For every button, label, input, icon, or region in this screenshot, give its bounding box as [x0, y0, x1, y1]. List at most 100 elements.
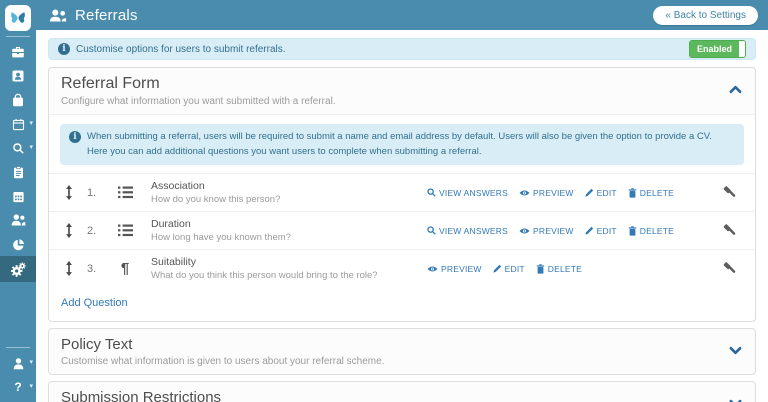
panel-policy-text: Policy Text Customise what information i…: [48, 328, 756, 375]
calendar-grid-icon: [12, 190, 25, 203]
caret-down-icon: ▾: [29, 144, 33, 151]
sidebar-item-people[interactable]: [0, 208, 36, 232]
panel-submission-restrictions-header[interactable]: Submission Restrictions Choose whether c…: [49, 382, 755, 402]
main-area: Referrals « Back to Settings i Customise…: [36, 0, 768, 402]
search-icon: [427, 226, 436, 235]
question-text: Suitability What do you think this perso…: [151, 256, 427, 281]
page-header: Referrals « Back to Settings: [36, 0, 768, 30]
chevron-down-icon[interactable]: [729, 342, 742, 360]
delete-link[interactable]: DELETE: [628, 226, 674, 236]
list-icon: [113, 186, 137, 199]
question-number: 3.: [87, 263, 107, 275]
question-actions: VIEW ANSWERS PREVIEW EDIT: [427, 188, 674, 198]
eye-icon: [519, 227, 530, 235]
gavel-icon[interactable]: [722, 223, 737, 238]
search-icon: [12, 142, 25, 155]
sidebar-item-reports[interactable]: [0, 232, 36, 256]
enabled-toggle-label: Enabled: [690, 41, 739, 57]
butterfly-icon: [9, 9, 27, 27]
panel-referral-form: Referral Form Configure what information…: [48, 67, 756, 322]
info-banner-text: Customise options for users to submit re…: [76, 44, 689, 55]
sidebar-item-settings[interactable]: [0, 256, 36, 282]
question-actions: VIEW ANSWERS PREVIEW EDIT: [427, 226, 674, 236]
app-logo[interactable]: [5, 5, 31, 31]
sidebar: ▾ ▾: [0, 0, 36, 402]
preview-link[interactable]: PREVIEW: [519, 188, 574, 198]
question-subtitle: What do you think this person would brin…: [151, 270, 427, 281]
view-answers-link[interactable]: VIEW ANSWERS: [427, 188, 508, 198]
preview-link[interactable]: PREVIEW: [519, 226, 574, 236]
back-to-settings-button[interactable]: « Back to Settings: [653, 6, 758, 25]
delete-link[interactable]: DELETE: [536, 264, 582, 274]
gavel-icon[interactable]: [722, 261, 737, 276]
sidebar-item-account-menu[interactable]: ▾: [0, 351, 36, 375]
users-icon: [11, 214, 26, 226]
view-answers-link[interactable]: VIEW ANSWERS: [427, 226, 508, 236]
gavel-icon[interactable]: [722, 185, 737, 200]
sidebar-item-search-menu[interactable]: ▾: [0, 136, 36, 160]
question-title: Duration: [151, 218, 427, 230]
list-icon: [113, 224, 137, 237]
cogs-icon: [11, 262, 26, 277]
pie-chart-icon: [12, 238, 25, 251]
panel-title: Policy Text: [61, 336, 721, 353]
sidebar-divider: [6, 36, 30, 37]
bag-icon: [11, 93, 25, 107]
enabled-toggle[interactable]: Enabled: [689, 40, 746, 58]
chevron-up-icon[interactable]: [729, 81, 742, 99]
app-window: ▾ ▾: [0, 0, 768, 402]
id-card-icon: [11, 69, 25, 83]
delete-link[interactable]: DELETE: [628, 188, 674, 198]
question-text: Duration How long have you known them?: [151, 218, 427, 243]
sidebar-item-calendar-menu[interactable]: ▾: [0, 112, 36, 136]
drag-handle-icon[interactable]: [61, 261, 77, 276]
sidebar-item-briefcase[interactable]: [0, 40, 36, 64]
sidebar-item-help-menu[interactable]: ? ▾: [0, 375, 36, 399]
drag-handle-icon[interactable]: [61, 223, 77, 238]
panel-subtitle: Customise what information is given to u…: [61, 356, 721, 367]
add-question-link[interactable]: Add Question: [49, 287, 140, 321]
info-icon: i: [58, 43, 70, 55]
trash-icon: [536, 264, 545, 274]
info-icon: i: [69, 131, 81, 143]
question-subtitle: How long have you known them?: [151, 232, 427, 243]
panel-title: Submission Restrictions: [61, 389, 721, 402]
edit-link[interactable]: EDIT: [585, 226, 617, 236]
chevron-down-icon[interactable]: [729, 395, 742, 402]
caret-down-icon: ▾: [29, 359, 33, 366]
panel-referral-form-body: i When submitting a referral, users will…: [49, 114, 755, 321]
panel-referral-form-header[interactable]: Referral Form Configure what information…: [49, 68, 755, 114]
question-title: Association: [151, 180, 427, 192]
panel-title: Referral Form: [61, 75, 721, 93]
question-actions: PREVIEW EDIT DELETE: [427, 264, 582, 274]
sidebar-item-contacts[interactable]: [0, 64, 36, 88]
question-number: 1.: [87, 187, 107, 199]
panel-policy-text-header[interactable]: Policy Text Customise what information i…: [49, 329, 755, 374]
user-icon: [12, 357, 25, 370]
search-icon: [427, 188, 436, 197]
clipboard-icon: [12, 166, 25, 179]
panel-submission-restrictions: Submission Restrictions Choose whether c…: [48, 381, 756, 402]
question-subtitle: How do you know this person?: [151, 194, 427, 205]
sidebar-divider: [6, 347, 30, 348]
sidebar-bottom: ▾ ? ▾: [0, 346, 36, 402]
eye-icon: [519, 189, 530, 197]
info-banner: i Customise options for users to submit …: [48, 38, 756, 60]
sidebar-item-clipboard[interactable]: [0, 160, 36, 184]
eye-icon: [427, 265, 438, 273]
page-title: Referrals: [75, 7, 138, 24]
edit-link[interactable]: EDIT: [493, 264, 525, 274]
toggle-handle: [739, 41, 745, 57]
content: i Customise options for users to submit …: [36, 30, 768, 402]
edit-link[interactable]: EDIT: [585, 188, 617, 198]
trash-icon: [628, 188, 637, 198]
drag-handle-icon[interactable]: [61, 185, 77, 200]
trash-icon: [628, 226, 637, 236]
question-row-association: 1. Association How do you know this pers…: [49, 173, 755, 211]
referral-info-banner: i When submitting a referral, users will…: [60, 124, 744, 165]
sidebar-item-calendar[interactable]: [0, 184, 36, 208]
sidebar-item-bag[interactable]: [0, 88, 36, 112]
question-row-duration: 2. Duration How long have you known them…: [49, 211, 755, 249]
preview-link[interactable]: PREVIEW: [427, 264, 482, 274]
pencil-icon: [493, 264, 502, 273]
